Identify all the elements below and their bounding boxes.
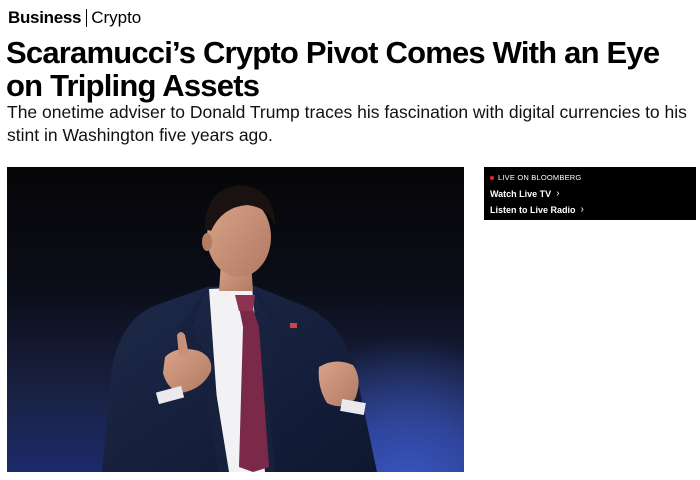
breadcrumb-subsection-link[interactable]: Crypto bbox=[91, 8, 141, 28]
listen-live-radio-label: Listen to Live Radio bbox=[490, 204, 576, 215]
listen-live-radio-link[interactable]: Listen to Live Radio › bbox=[490, 204, 584, 215]
live-on-bloomberg-panel: LIVE ON BLOOMBERG Watch Live TV › Listen… bbox=[484, 167, 696, 220]
article-headline: Scaramucci’s Crypto Pivot Comes With an … bbox=[6, 35, 660, 103]
article-dek: The onetime adviser to Donald Trump trac… bbox=[7, 102, 687, 145]
watch-live-tv-link[interactable]: Watch Live TV › bbox=[490, 188, 560, 199]
chevron-right-icon: › bbox=[556, 188, 560, 199]
hero-image bbox=[7, 167, 464, 472]
watch-live-tv-label: Watch Live TV bbox=[490, 188, 552, 199]
breadcrumb: Business Crypto bbox=[8, 8, 141, 28]
speaker-photo bbox=[102, 185, 377, 472]
chevron-right-icon: › bbox=[580, 204, 584, 215]
breadcrumb-section-link[interactable]: Business bbox=[8, 8, 81, 28]
live-indicator-dot bbox=[490, 175, 494, 180]
breadcrumb-divider bbox=[86, 9, 88, 27]
live-label: LIVE ON BLOOMBERG bbox=[498, 173, 582, 182]
